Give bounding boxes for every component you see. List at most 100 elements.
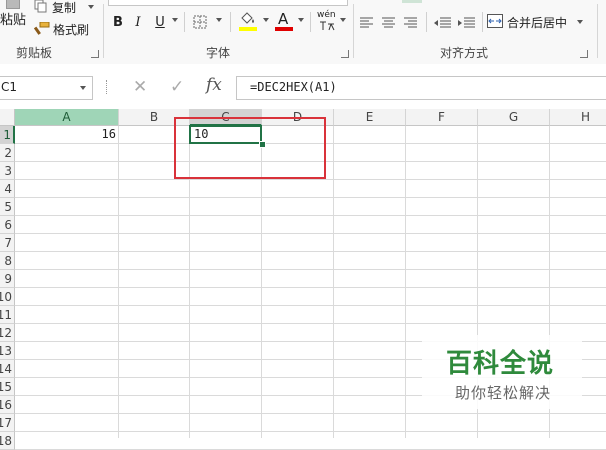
row-gridline <box>15 197 606 198</box>
row-header-18[interactable]: 18 <box>0 432 15 450</box>
paste-icon <box>6 0 20 9</box>
row-gridline <box>15 233 606 234</box>
font-color-swatch <box>275 27 293 31</box>
row-header-3[interactable]: 3 <box>0 162 15 180</box>
row-header-9[interactable]: 9 <box>0 270 15 288</box>
font-color-button[interactable]: A <box>275 10 295 34</box>
row-gridline <box>15 323 606 324</box>
column-gridline <box>405 126 406 438</box>
underline-dropdown-icon[interactable] <box>172 18 178 22</box>
row-header-15[interactable]: 15 <box>0 378 15 396</box>
row-gridline <box>15 215 606 216</box>
font-color-dropdown-icon[interactable] <box>298 18 304 22</box>
row-header-11[interactable]: 11 <box>0 306 15 324</box>
worksheet-grid[interactable]: ABCDEFGH 123456789101112131415161718 16 … <box>0 109 606 450</box>
column-header-H[interactable]: H <box>550 109 606 126</box>
decrease-indent-button[interactable] <box>434 14 452 30</box>
alignment-dialog-launcher[interactable] <box>580 50 588 58</box>
phonetic-dropdown-icon[interactable] <box>340 18 346 22</box>
watermark-title: 百科全说 <box>446 349 555 379</box>
font-group-label: 字体 <box>206 46 231 60</box>
fill-color-dropdown-icon[interactable] <box>263 18 269 22</box>
paste-button[interactable]: 粘贴 <box>0 0 28 40</box>
group-divider <box>597 4 598 58</box>
formula-text: =DEC2HEX(A1) <box>250 80 337 94</box>
insert-function-button[interactable]: fx <box>204 75 228 97</box>
align-divider <box>482 12 483 32</box>
annotation-rectangle <box>174 117 326 179</box>
row-header-2[interactable]: 2 <box>0 144 15 162</box>
group-divider <box>353 4 354 58</box>
font-divider <box>230 12 231 32</box>
row-header-10[interactable]: 10 <box>0 288 15 306</box>
formula-bar-grip[interactable] <box>106 80 109 94</box>
underline-button[interactable]: U <box>150 12 170 32</box>
select-all-corner[interactable] <box>0 109 15 126</box>
row-header-12[interactable]: 12 <box>0 324 15 342</box>
ribbon-top-strip-2 <box>402 0 422 3</box>
format-painter-button[interactable]: 格式刷 <box>34 20 96 38</box>
column-header-A[interactable]: A <box>15 109 119 126</box>
bold-button[interactable]: B <box>108 12 128 32</box>
phonetic-guide-button[interactable]: wén <box>316 10 338 32</box>
group-divider <box>103 4 104 58</box>
row-header-4[interactable]: 4 <box>0 180 15 198</box>
row-header-17[interactable]: 17 <box>0 414 15 432</box>
copy-button[interactable]: 复制 <box>34 0 94 16</box>
format-painter-icon <box>34 22 50 35</box>
border-button[interactable] <box>193 14 209 30</box>
column-header-G[interactable]: G <box>478 109 550 126</box>
cancel-button[interactable]: ✕ <box>131 77 151 97</box>
font-size-field-edge <box>108 0 348 6</box>
name-box-dropdown-icon[interactable] <box>80 86 86 90</box>
watermark-subtitle: 助你轻松解决 <box>455 384 552 402</box>
copy-dropdown-icon[interactable] <box>88 5 94 9</box>
italic-button[interactable]: I <box>128 12 148 32</box>
align-right-button[interactable] <box>404 14 420 30</box>
row-header-7[interactable]: 7 <box>0 234 15 252</box>
merge-center-dropdown-icon[interactable] <box>577 20 583 24</box>
row-header-13[interactable]: 13 <box>0 342 15 360</box>
row-header-16[interactable]: 16 <box>0 396 15 414</box>
align-right-icon <box>404 17 417 28</box>
name-box-value: C1 <box>1 80 18 94</box>
row-gridline <box>15 179 606 180</box>
name-box[interactable]: C1 <box>0 76 93 100</box>
enter-icon: ✓ <box>170 77 185 97</box>
align-left-button[interactable] <box>360 14 376 30</box>
column-header-E[interactable]: E <box>334 109 406 126</box>
merge-center-icon <box>487 14 503 28</box>
border-dropdown-icon[interactable] <box>216 18 222 22</box>
border-icon <box>193 15 207 29</box>
font-color-label: A <box>278 10 289 28</box>
row-header-8[interactable]: 8 <box>0 252 15 270</box>
fill-color-swatch <box>239 27 257 31</box>
fill-color-button[interactable] <box>239 10 259 34</box>
align-center-button[interactable] <box>382 14 398 30</box>
font-dialog-launcher[interactable] <box>341 50 349 58</box>
phonetic-label: wén <box>317 10 336 20</box>
row-header-14[interactable]: 14 <box>0 360 15 378</box>
row-header-5[interactable]: 5 <box>0 198 15 216</box>
merge-center-label: 合并后居中 <box>507 16 568 30</box>
cell-A1[interactable]: 16 <box>15 126 119 144</box>
phonetic-guide-icon <box>320 21 335 31</box>
clipboard-dialog-launcher[interactable] <box>91 50 99 58</box>
paste-label: 粘贴 <box>0 13 27 28</box>
row-gridline <box>15 431 606 432</box>
row-header-1[interactable]: 1 <box>0 126 15 144</box>
enter-button[interactable]: ✓ <box>168 77 188 97</box>
alignment-group-label: 对齐方式 <box>440 46 489 60</box>
increase-indent-button[interactable] <box>458 14 476 30</box>
column-header-F[interactable]: F <box>406 109 478 126</box>
formula-bar: C1 ✕ ✓ fx =DEC2HEX(A1) <box>0 64 606 109</box>
watermark: 百科全说 助你轻松解决 <box>422 335 582 409</box>
format-painter-label: 格式刷 <box>53 23 90 37</box>
increase-indent-icon <box>458 17 475 28</box>
column-gridline <box>118 126 119 438</box>
copy-icon <box>34 0 47 13</box>
row-header-6[interactable]: 6 <box>0 216 15 234</box>
formula-input[interactable]: =DEC2HEX(A1) <box>236 76 606 100</box>
merge-center-button[interactable]: 合并后居中 <box>487 12 585 32</box>
align-left-icon <box>360 17 373 28</box>
